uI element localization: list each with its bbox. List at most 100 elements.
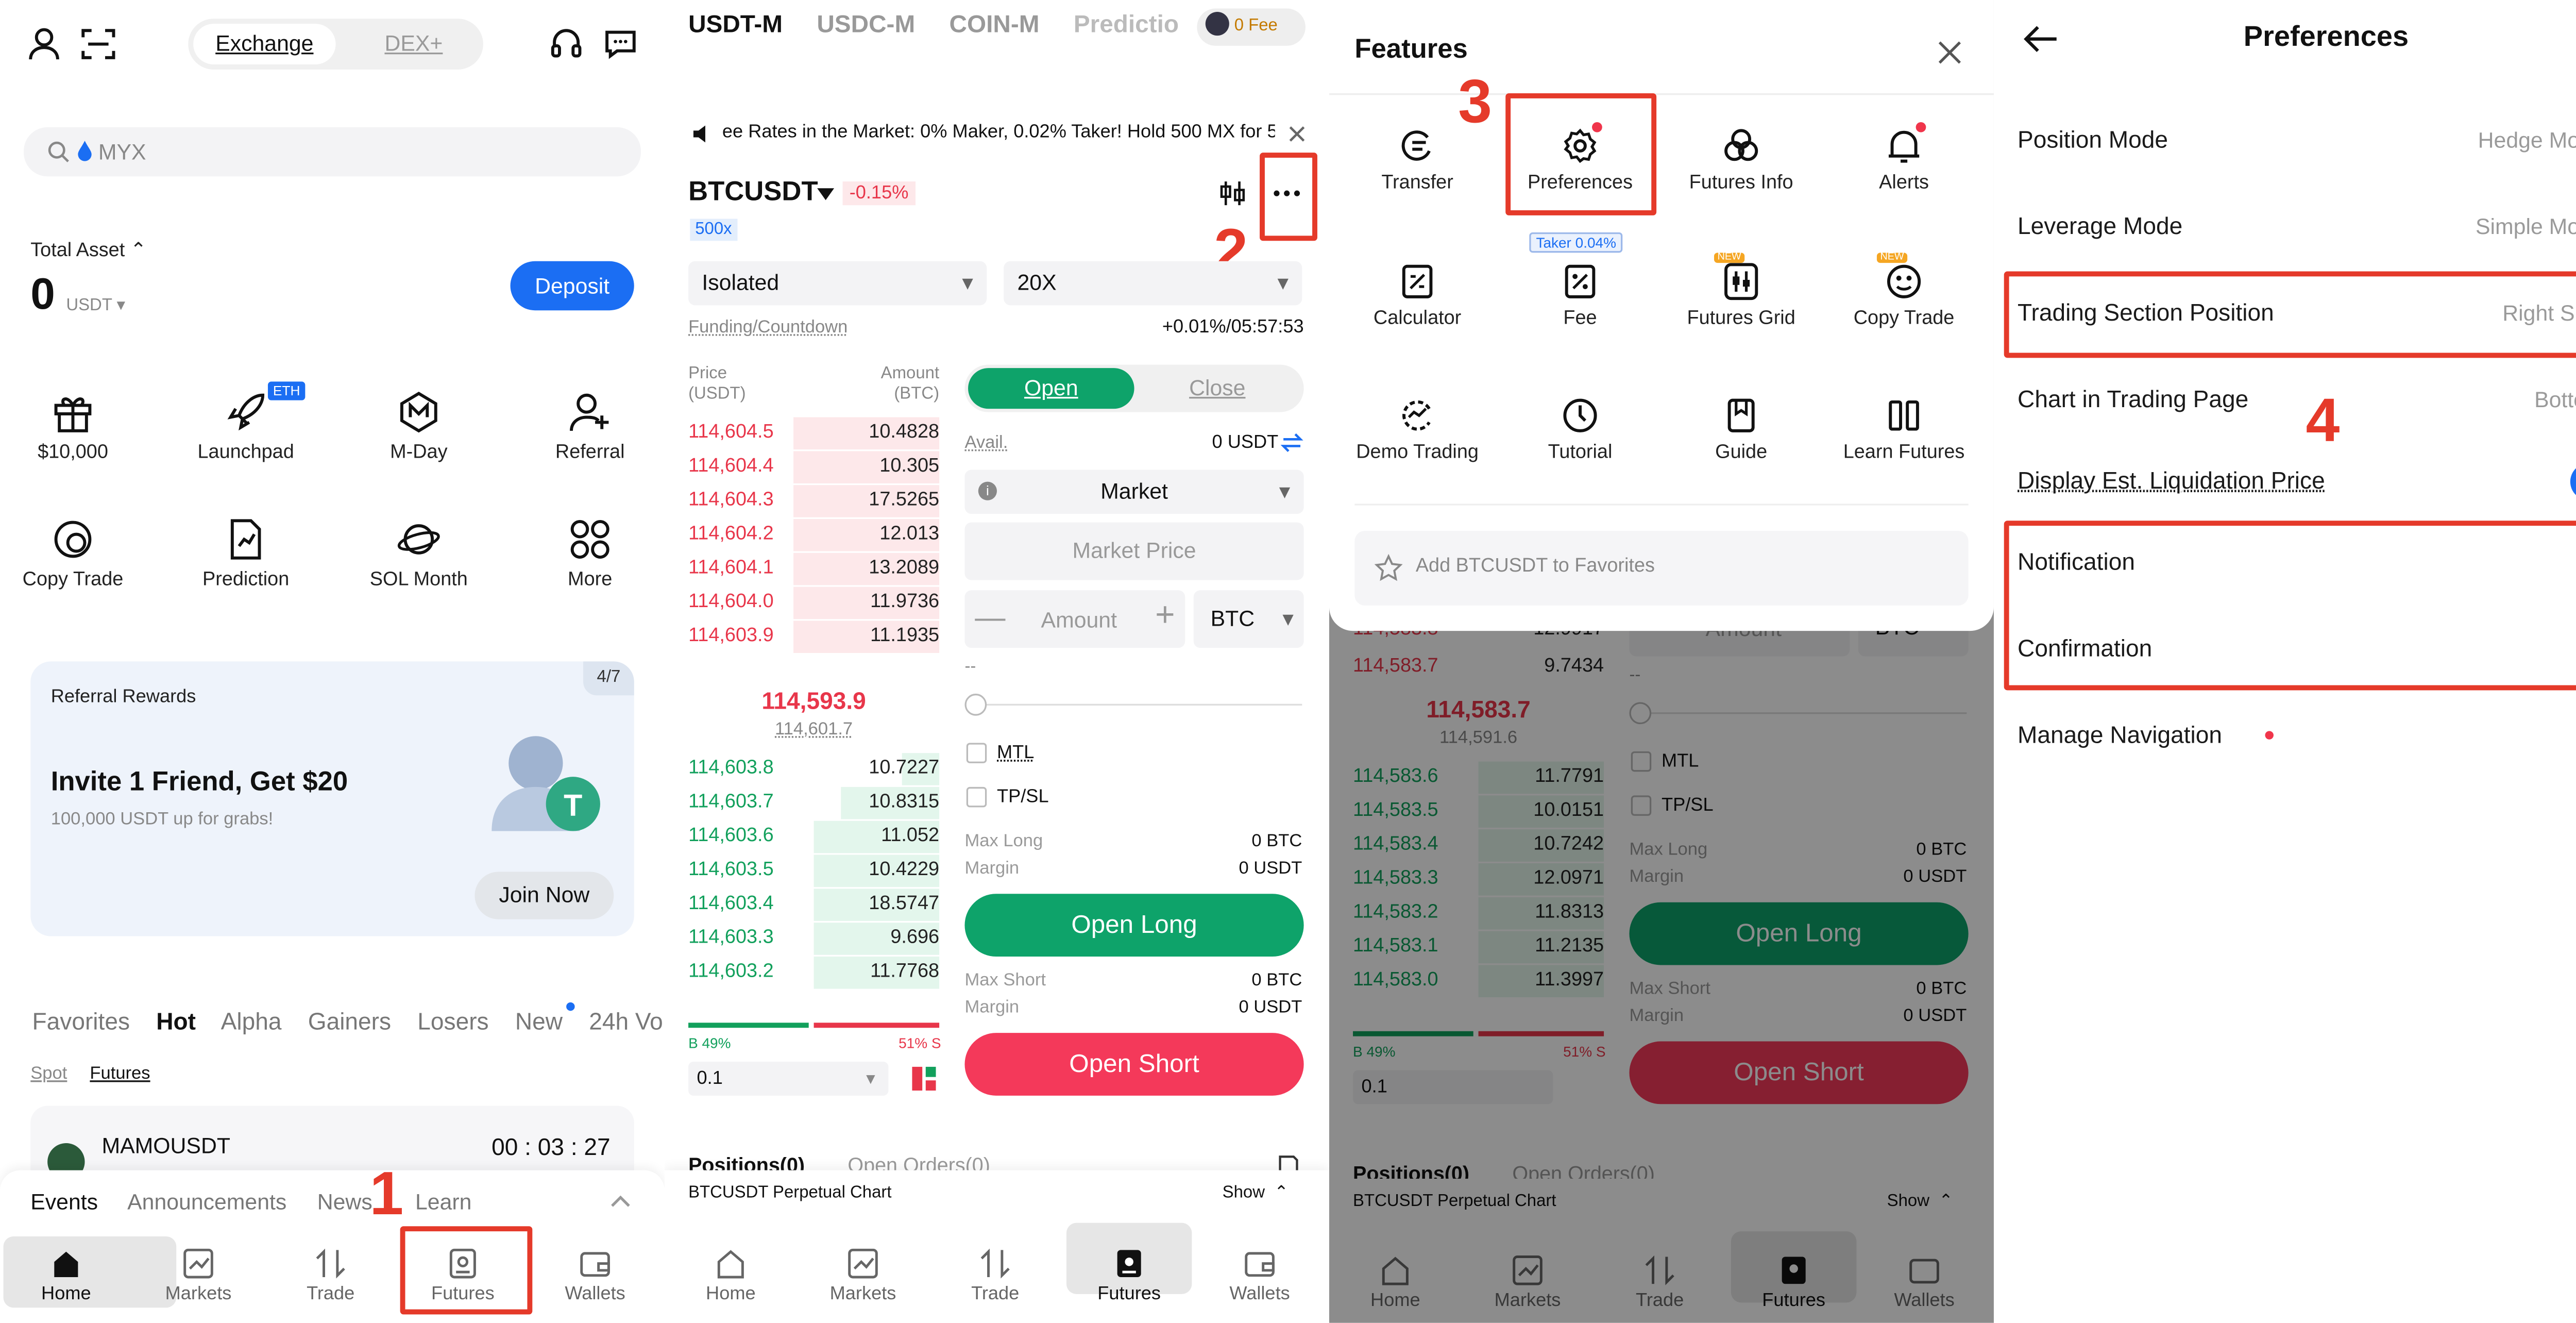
chevron-up-icon[interactable] bbox=[611, 1194, 631, 1208]
subtab-futures[interactable]: Futures bbox=[90, 1063, 150, 1083]
profile-icon[interactable] bbox=[27, 27, 61, 61]
nav-futures[interactable]: Futures bbox=[1066, 1248, 1192, 1304]
subtab-spot[interactable]: Spot bbox=[30, 1063, 67, 1083]
open-short-button[interactable]: Open Short bbox=[964, 1033, 1303, 1096]
ask-row[interactable]: 114,604.2 12.013 bbox=[688, 519, 939, 551]
history-icon[interactable] bbox=[1278, 1153, 1298, 1170]
ask-row[interactable]: 114,604.1 13.2089 bbox=[688, 553, 939, 585]
open-tab[interactable]: Open bbox=[968, 368, 1134, 409]
bid-row[interactable]: 114,603.5 10.4229 bbox=[688, 855, 939, 887]
bid-row[interactable]: 114,603.8 10.7227 bbox=[688, 753, 939, 785]
tab-gainers[interactable]: Gainers bbox=[308, 1008, 391, 1035]
liquidation-price-toggle[interactable] bbox=[2570, 463, 2576, 500]
unit-select[interactable]: BTC ▾ bbox=[1194, 590, 1304, 648]
tab-favorites[interactable]: Favorites bbox=[32, 1008, 130, 1035]
scan-icon[interactable] bbox=[81, 27, 115, 61]
nav-markets[interactable]: Markets bbox=[135, 1248, 261, 1304]
tab-dex[interactable]: DEX+ bbox=[354, 24, 473, 64]
tab-news[interactable]: News bbox=[317, 1189, 372, 1214]
transfer-icon[interactable] bbox=[1282, 432, 1302, 453]
join-now-button[interactable]: Join Now bbox=[474, 872, 614, 919]
shortcut-referral[interactable]: Referral bbox=[509, 390, 665, 463]
nav-home[interactable]: Home bbox=[4, 1248, 129, 1304]
bid-row[interactable]: 114,603.6 11.052 bbox=[688, 821, 939, 853]
tab-usdt-m[interactable]: USDT-M bbox=[688, 12, 783, 39]
pref-position-mode[interactable]: Position ModeHedge Mode bbox=[2018, 110, 2576, 171]
headset-icon[interactable] bbox=[549, 27, 583, 61]
ask-row[interactable]: 114,604.3 17.5265 bbox=[688, 485, 939, 517]
bid-row[interactable]: 114,603.3 9.696 bbox=[688, 923, 939, 955]
ask-row[interactable]: 114,604.4 10.305 bbox=[688, 451, 939, 483]
search-input[interactable]: MYX bbox=[24, 127, 641, 176]
mtl-checkbox[interactable] bbox=[967, 743, 987, 763]
nav-wallets[interactable]: Wallets bbox=[1197, 1248, 1323, 1304]
amount-slider-track[interactable] bbox=[977, 704, 1302, 706]
feature-alerts[interactable]: Alerts bbox=[1823, 127, 1986, 193]
feature-fee[interactable]: Fee bbox=[1499, 263, 1662, 329]
bid-row[interactable]: 114,603.2 11.7768 bbox=[688, 957, 939, 989]
tab-prediction[interactable]: Predictio bbox=[1074, 12, 1179, 39]
candlestick-icon[interactable] bbox=[1219, 180, 1246, 207]
amount-field[interactable]: — Amount + bbox=[964, 590, 1185, 648]
feature-guide[interactable]: Guide bbox=[1660, 397, 1823, 463]
leverage-select[interactable]: 20X ▾ bbox=[1004, 261, 1302, 306]
tab-learn[interactable]: Learn bbox=[415, 1189, 471, 1214]
pref-manage-navigation[interactable]: Manage Navigation bbox=[2018, 706, 2576, 766]
minus-button[interactable]: — bbox=[975, 600, 1005, 636]
plus-button[interactable]: + bbox=[1155, 597, 1175, 636]
tab-events[interactable]: Events bbox=[30, 1189, 98, 1214]
tab-24h-volume[interactable]: 24h Vo bbox=[589, 1008, 663, 1035]
currency-select[interactable]: USDT ▾ bbox=[66, 297, 125, 315]
feature-calculator[interactable]: Calculator bbox=[1336, 263, 1499, 329]
pref-leverage-mode[interactable]: Leverage ModeSimple Mode bbox=[2018, 197, 2576, 258]
feature-demo-trading[interactable]: Demo Trading bbox=[1336, 397, 1499, 463]
margin-mode-select[interactable]: Isolated ▾ bbox=[688, 261, 987, 306]
tpsl-checkbox[interactable] bbox=[967, 787, 987, 807]
message-icon[interactable] bbox=[604, 27, 638, 61]
nav-home[interactable]: Home bbox=[668, 1248, 794, 1304]
nav-trade[interactable]: Trade bbox=[933, 1248, 1058, 1304]
tab-exchange[interactable]: Exchange bbox=[193, 24, 335, 64]
feature-transfer[interactable]: Transfer bbox=[1336, 127, 1499, 193]
close-tab[interactable]: Close bbox=[1134, 368, 1300, 409]
order-type-select[interactable]: i Market ▾ bbox=[964, 470, 1303, 514]
ask-row[interactable]: 114,604.5 10.4828 bbox=[688, 417, 939, 450]
feature-futures-info[interactable]: Futures Info bbox=[1660, 127, 1823, 193]
close-icon[interactable] bbox=[1938, 41, 1961, 64]
caret-down-icon[interactable] bbox=[817, 188, 834, 200]
feature-tutorial[interactable]: Tutorial bbox=[1499, 397, 1662, 463]
tab-open-orders[interactable]: Open Orders(0) bbox=[848, 1153, 990, 1170]
show-chart-toggle[interactable]: Show ⌃ bbox=[1223, 1184, 1289, 1202]
book-layout-icon[interactable] bbox=[910, 1065, 938, 1093]
shortcut-sol-month[interactable]: SOL Month bbox=[337, 517, 500, 591]
nav-wallets[interactable]: Wallets bbox=[532, 1248, 658, 1304]
nav-trade[interactable]: Trade bbox=[268, 1248, 394, 1304]
feature-copy-trade[interactable]: Copy Trade bbox=[1823, 263, 1986, 329]
shortcut-launchpad[interactable]: Launchpad bbox=[164, 390, 327, 463]
tab-positions[interactable]: Positions(0) bbox=[688, 1153, 805, 1170]
shortcut-10000[interactable]: $10,000 bbox=[0, 390, 154, 463]
zero-fee-badge[interactable]: 0 Fee bbox=[1197, 8, 1306, 45]
ask-row[interactable]: 114,604.0 11.9736 bbox=[688, 587, 939, 619]
shortcut-copy-trade[interactable]: Copy Trade bbox=[0, 517, 154, 591]
add-favorites-button[interactable]: Add BTCUSDT to Favorites bbox=[1354, 531, 1968, 606]
pref-chart-in-trading-page[interactable]: Chart in Trading PageBottom bbox=[2018, 370, 2576, 430]
symbol-title[interactable]: BTCUSDT bbox=[688, 178, 818, 209]
feature-learn-futures[interactable]: Learn Futures bbox=[1823, 397, 1986, 463]
tab-announcements[interactable]: Announcements bbox=[127, 1189, 286, 1214]
shortcut-m-day[interactable]: M-Day bbox=[337, 390, 500, 463]
shortcut-more[interactable]: More bbox=[509, 517, 665, 591]
close-icon[interactable] bbox=[1289, 126, 1306, 143]
tab-usdc-m[interactable]: USDC-M bbox=[817, 12, 915, 39]
tab-alpha[interactable]: Alpha bbox=[221, 1008, 282, 1035]
tab-hot[interactable]: Hot bbox=[156, 1008, 196, 1035]
bid-row[interactable]: 114,603.4 18.5747 bbox=[688, 889, 939, 921]
tab-coin-m[interactable]: COIN-M bbox=[950, 12, 1040, 39]
nav-markets[interactable]: Markets bbox=[800, 1248, 926, 1304]
bid-row[interactable]: 114,603.7 10.8315 bbox=[688, 787, 939, 819]
open-long-button[interactable]: Open Long bbox=[964, 894, 1303, 957]
feature-futures-grid[interactable]: Futures Grid bbox=[1660, 263, 1823, 329]
tab-losers[interactable]: Losers bbox=[417, 1008, 488, 1035]
amount-slider-thumb[interactable] bbox=[964, 694, 987, 716]
tab-new[interactable]: New bbox=[515, 1008, 563, 1035]
